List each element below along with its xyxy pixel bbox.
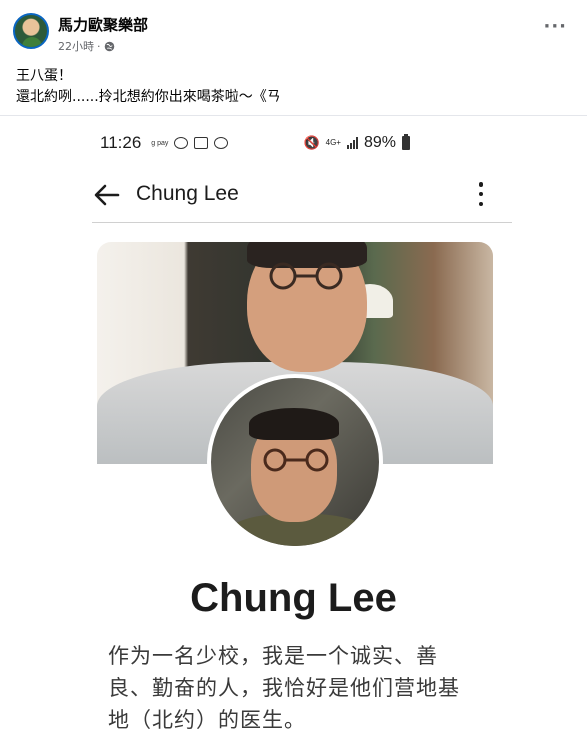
battery-level: 89% xyxy=(363,134,396,151)
page-avatar[interactable] xyxy=(13,13,49,49)
bio-line: 作为一名少校，我是一个诚实、善 xyxy=(108,644,438,668)
app-icon xyxy=(194,137,209,149)
signal-icon xyxy=(346,137,358,149)
mute-icon: 🔇 xyxy=(303,135,320,150)
back-icon[interactable] xyxy=(92,180,122,210)
phone-status-bar: 11:26 g pay 🔇 4G+ 89% xyxy=(100,130,510,156)
post-time[interactable]: 22小時 xyxy=(58,38,94,54)
pinwheel-icon xyxy=(214,137,229,149)
profile-glasses xyxy=(263,448,329,472)
profile-name: Chung Lee xyxy=(190,576,397,620)
kebab-icon[interactable] xyxy=(478,182,484,206)
status-system-icons: 🔇 4G+ 89% xyxy=(303,134,410,152)
meta-dot: · xyxy=(97,39,101,53)
messenger-icon xyxy=(174,137,189,149)
profile-app-bar: Chung Lee xyxy=(92,174,512,223)
profile-hair xyxy=(249,408,339,440)
bio-line: 地（北约）的医生。 xyxy=(108,708,306,732)
profile-picture[interactable] xyxy=(207,374,383,550)
battery-icon xyxy=(402,134,410,150)
status-time: 11:26 xyxy=(100,133,142,152)
bio-line: 良、勤奋的人，我恰好是他们营地基 xyxy=(108,676,460,700)
post-image[interactable]: 11:26 g pay 🔇 4G+ 89% Chung Lee Chung Le… xyxy=(0,115,587,740)
profile-bio: 作为一名少校，我是一个诚实、善 良、勤奋的人，我恰好是他们营地基 地（北约）的医… xyxy=(108,640,488,736)
post-text-line: 王八蛋！ xyxy=(16,68,72,84)
page-name[interactable]: 馬力歐聚樂部 xyxy=(58,14,148,35)
post-meta: 22小時 · xyxy=(58,38,115,54)
network-type: 4G+ xyxy=(325,138,341,147)
gpay-icon: g pay xyxy=(151,139,169,147)
status-app-icons: g pay xyxy=(151,137,229,149)
app-bar-title: Chung Lee xyxy=(136,182,239,205)
more-icon[interactable]: ··· xyxy=(543,18,567,36)
post-header: 馬力歐聚樂部 22小時 · ··· xyxy=(0,0,587,64)
post-text-line: 還北約咧......拎北想約你出來喝茶啦～《ㄢ xyxy=(16,89,281,105)
post-text: 王八蛋！ 還北約咧......拎北想約你出來喝茶啦～《ㄢ xyxy=(16,66,281,108)
cover-glasses xyxy=(269,262,343,290)
globe-icon xyxy=(104,41,114,51)
